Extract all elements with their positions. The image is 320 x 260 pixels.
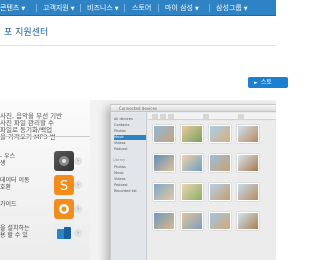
nav-divider [209,4,210,12]
feature-link-data-transfer[interactable]: 데이터 이동 호환 S [0,175,74,195]
library-item[interactable]: Music [114,171,146,176]
photo-thumbnail[interactable] [153,212,175,230]
feature-link-guide[interactable]: 가이드 [0,199,74,219]
photo-thumbnail[interactable] [209,154,231,172]
chevron-down-icon: ▼ [70,6,75,12]
nav-item-business[interactable]: 비즈니스 ▼ [87,0,119,16]
sidebar-item[interactable]: Photos [114,129,146,134]
nav-item-support[interactable]: 고객지원 ▼ [43,0,75,16]
page-title: 포 지원센터 [4,28,49,38]
toolbar-button[interactable] [160,114,166,119]
chevron-right-icon[interactable]: › [74,181,82,189]
sidebar-item[interactable]: Podcast [114,147,146,152]
music-player-icon [54,151,74,171]
smart-switch-icon: S [54,175,74,195]
library-item[interactable]: Recorded list [114,189,146,194]
toolbar-button[interactable] [238,114,244,119]
app-sidebar: All devices Contacts Photos Music Videos… [111,113,147,260]
nav-item-label: 비즈니스 [87,4,113,12]
feature-text: - 우스 생 [0,153,16,167]
chevron-right-icon[interactable]: › [74,229,82,237]
chevron-right-icon: ► [254,80,258,86]
photo-thumbnail[interactable] [153,183,175,201]
nav-item-label: 콘텐츠 [0,4,20,12]
nav-item-label: 삼성그룹 [216,4,242,12]
photo-thumbnail[interactable] [237,154,259,172]
chevron-down-icon: ▼ [195,6,199,12]
nav-item-my-samsung[interactable]: 마이 삼성 ▼ [165,0,199,16]
store-button[interactable]: ► 스토 [248,77,288,88]
nav-item-store[interactable]: 스토어 [132,0,151,16]
library-item[interactable]: Videos [114,177,146,182]
promo-panel: 사진, 음악을 무선 기반 사진 파일 관리할 수 파일로 동기화/백업 을 가… [0,100,90,260]
sidebar-item[interactable]: Contacts [114,123,146,128]
top-navigation: 콘텐츠 ▼ 고객지원 ▼ 비즈니스 ▼ 스토어 마이 삼성 ▼ 삼성그룹 ▼ [0,0,276,16]
photo-thumbnail[interactable] [209,125,231,143]
devices-icon [54,223,74,243]
library-item[interactable]: Photos [114,165,146,170]
photo-thumbnail[interactable] [237,183,259,201]
sidebar-item[interactable]: Videos [114,141,146,146]
feature-text: 을 설치하는 용 할 수 있 [0,225,30,239]
nav-divider [158,4,159,12]
feature-link-music[interactable]: - 우스 생 [0,151,74,171]
chevron-down-icon: ▼ [114,6,119,12]
promo-banner: 사진, 음악을 무선 기반 사진 파일 관리할 수 파일로 동기화/백업 을 가… [0,100,276,260]
nav-item-label: 마이 삼성 [165,4,193,12]
toolbar-button[interactable] [168,114,174,119]
divider [0,136,90,137]
nav-divider [80,4,81,12]
library-heading: Library [113,158,126,162]
photo-thumbnail[interactable] [181,212,203,230]
svg-text:S: S [60,179,68,194]
photo-thumbnail[interactable] [153,154,175,172]
photo-thumbnail[interactable] [181,183,203,201]
feature-text: 가이드 [0,201,17,208]
chevron-right-icon[interactable]: › [74,157,82,165]
kies-app-window: Connected devices All devices Contacts P… [110,104,276,260]
nav-item-label: 고객지원 [43,4,69,12]
nav-divider [36,4,37,12]
photo-thumbnail[interactable] [237,125,259,143]
photo-thumbnail[interactable] [153,125,175,143]
toolbar-button[interactable] [152,114,158,119]
guide-icon [54,199,74,219]
nav-item-content[interactable]: 콘텐츠 ▼ [0,0,25,16]
window-title: Connected devices [119,106,158,111]
chevron-down-icon: ▼ [243,6,248,12]
window-titlebar: Connected devices [111,105,276,112]
feature-text: 데이터 이동 호환 [0,177,30,191]
toolbar-button[interactable] [203,114,209,119]
app-toolbar [148,113,276,120]
photo-thumbnail[interactable] [237,212,259,230]
photo-thumbnail[interactable] [181,154,203,172]
divider [0,45,276,46]
sidebar-item-active[interactable]: Music [114,135,146,140]
sidebar-item[interactable]: All devices [114,117,146,122]
nav-divider [124,4,125,12]
chevron-right-icon[interactable]: › [74,205,82,213]
photo-thumbnail[interactable] [209,212,231,230]
nav-item-samsung-group[interactable]: 삼성그룹 ▼ [216,0,248,16]
chevron-down-icon: ▼ [21,6,26,12]
photo-thumbnail[interactable] [209,183,231,201]
nav-item-label: 스토어 [132,4,152,12]
photo-thumbnail[interactable] [181,125,203,143]
store-button-label: 스토 [260,79,272,86]
photo-grid [148,121,276,260]
library-item[interactable]: Podcast [114,183,146,188]
feature-link-install[interactable]: 을 설치하는 용 할 수 있 [0,223,74,243]
